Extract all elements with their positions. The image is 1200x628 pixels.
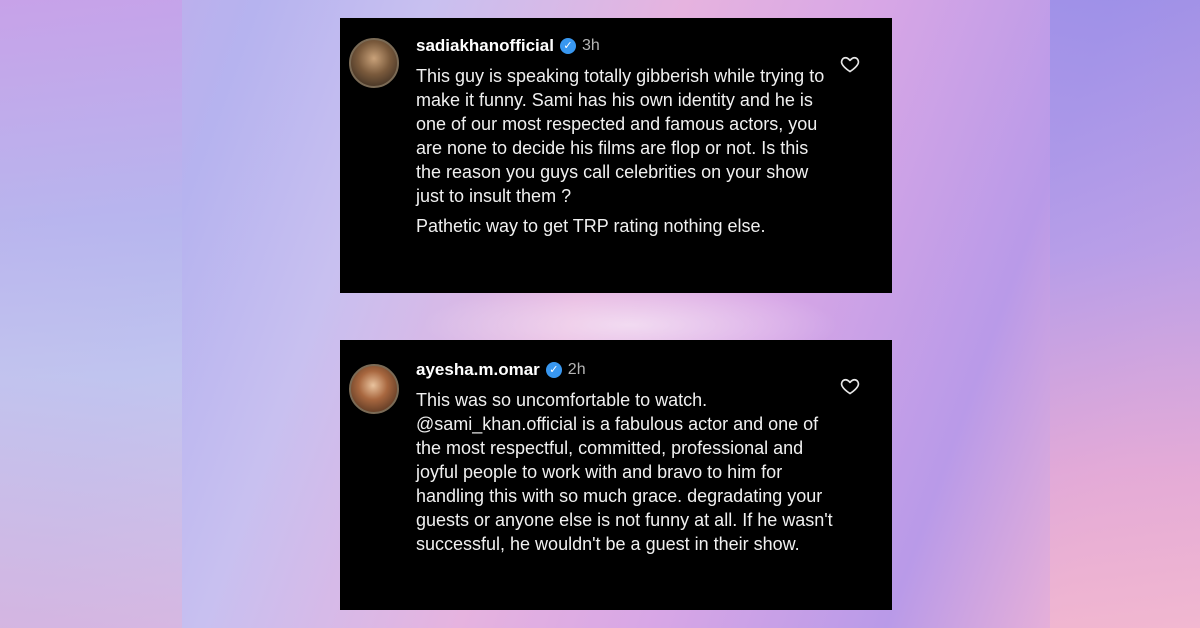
username[interactable]: ayesha.m.omar	[416, 360, 540, 380]
verified-badge-icon: ✓	[545, 362, 562, 378]
comment-paragraph: This was so uncomfortable to watch. @sam…	[416, 390, 833, 554]
background-left-panel	[0, 0, 182, 628]
comment-paragraph: Pathetic way to get TRP rating nothing e…	[416, 216, 766, 236]
comment-header: ayesha.m.omar ✓ 2h	[416, 360, 586, 380]
comment-card: sadiakhanofficial ✓ 3h This guy is speak…	[340, 18, 892, 293]
heart-icon[interactable]	[840, 376, 860, 396]
timestamp: 2h	[567, 361, 586, 378]
heart-icon[interactable]	[840, 54, 860, 74]
verified-badge-icon: ✓	[559, 38, 576, 54]
comment-card: ayesha.m.omar ✓ 2h This was so uncomfort…	[340, 340, 892, 610]
avatar[interactable]	[349, 364, 399, 414]
avatar[interactable]	[349, 38, 399, 88]
comment-header: sadiakhanofficial ✓ 3h	[416, 36, 600, 56]
username[interactable]: sadiakhanofficial	[416, 36, 554, 56]
comment-text: This guy is speaking totally gibberish w…	[416, 64, 836, 244]
comment-paragraph: This guy is speaking totally gibberish w…	[416, 66, 825, 206]
timestamp: 3h	[581, 37, 600, 54]
comment-text: This was so uncomfortable to watch. @sam…	[416, 388, 836, 562]
background-right-panel	[1050, 0, 1200, 628]
